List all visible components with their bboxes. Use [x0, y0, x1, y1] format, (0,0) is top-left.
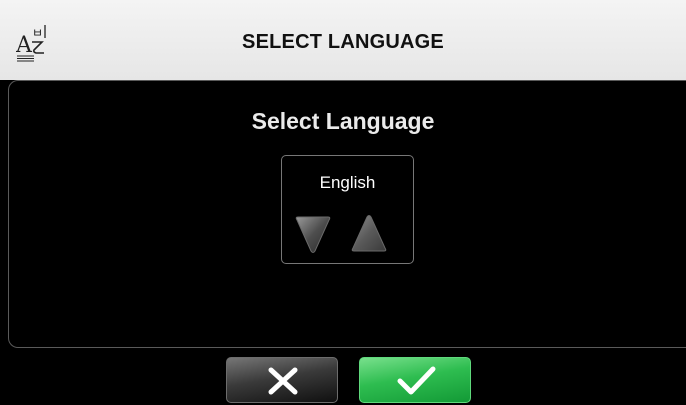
language-selector: English [281, 155, 414, 264]
header-bar: A ㅂ SELECT LANGUAGE [0, 0, 686, 80]
triangle-up-icon[interactable] [350, 213, 388, 255]
confirm-button[interactable] [359, 357, 471, 403]
language-value: English [319, 173, 376, 192]
dialog-title: Select Language [251, 108, 435, 134]
close-icon [268, 367, 298, 395]
checkmark-icon [397, 366, 436, 395]
header-title: SELECT LANGUAGE [242, 31, 444, 53]
cancel-button[interactable] [226, 357, 338, 403]
triangle-down-icon[interactable] [294, 213, 332, 255]
